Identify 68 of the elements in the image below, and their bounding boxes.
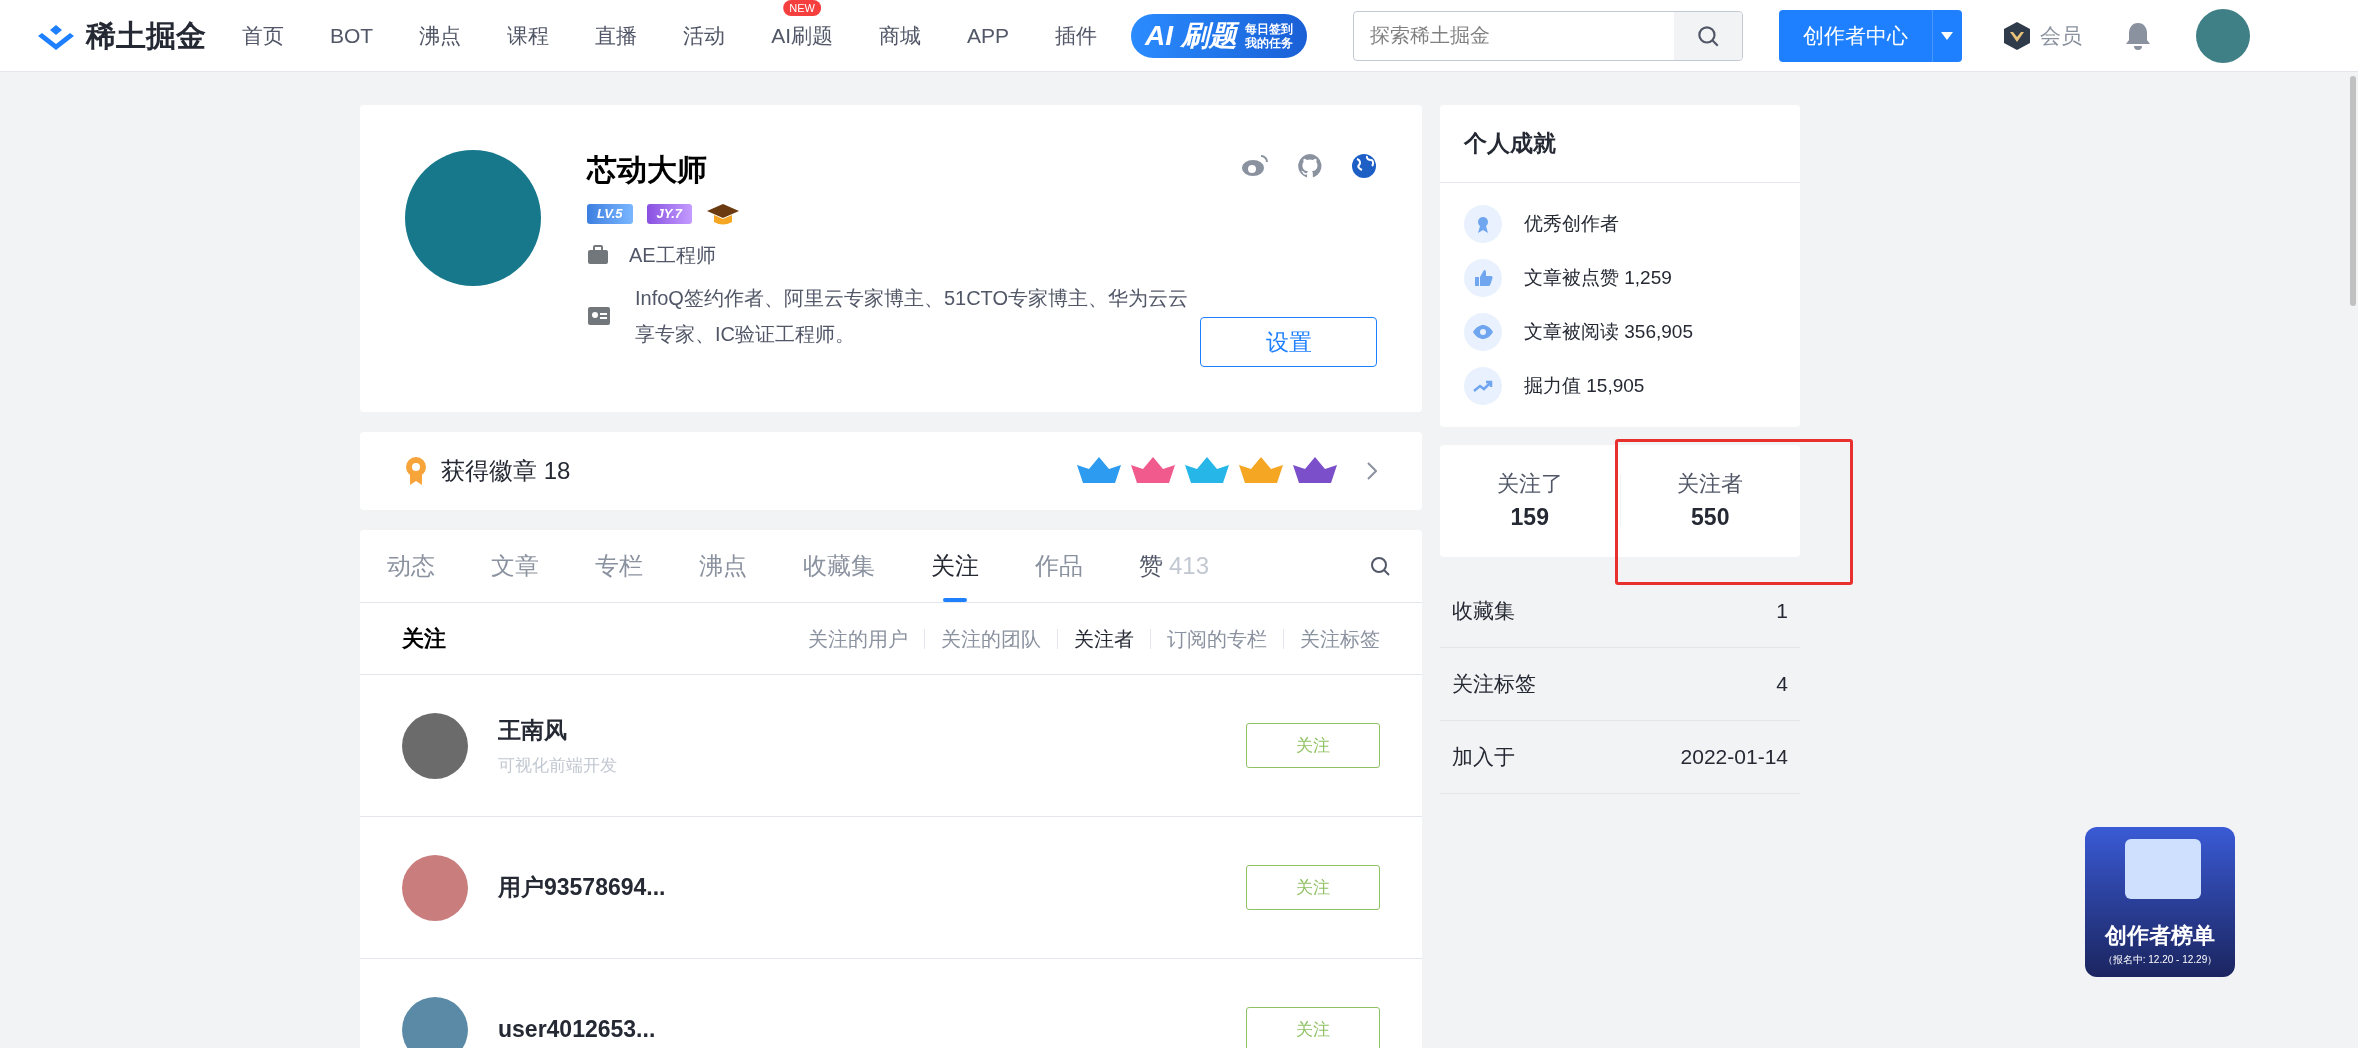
notification-bell-icon[interactable]: [2123, 20, 2152, 51]
user-name: 芯动大师: [587, 152, 708, 188]
view-icon: [1464, 313, 1502, 351]
achievement-text: 文章被阅读 356,905: [1524, 319, 1693, 344]
nav-link[interactable]: 商城: [879, 23, 921, 47]
achievements-title: 个人成就: [1464, 129, 1556, 159]
profile-tab[interactable]: 赞 413: [1139, 530, 1210, 602]
user-name[interactable]: 用户93578694...: [498, 870, 666, 905]
caret-icon: [1941, 31, 1954, 40]
user-bio: InfoQ签约作者、阿里云专家博主、51CTO专家博主、华为云云享专家、IC验证工程师。: [634, 286, 1190, 347]
nav-link[interactable]: BOT: [330, 23, 374, 47]
logo-text[interactable]: 稀土掘金: [86, 13, 206, 58]
achievement-text: 文章被点赞 1,259: [1524, 265, 1672, 290]
medal-icon: [405, 456, 427, 486]
nav-link[interactable]: 直播: [595, 23, 638, 47]
banner-title: 创作者榜单: [2105, 922, 2215, 950]
search-input[interactable]: 探索稀土掘金: [1353, 11, 1674, 60]
stat-label[interactable]: 关注了: [1496, 467, 1563, 501]
settings-button[interactable]: 设置: [1200, 317, 1377, 367]
level-badge: JY.7: [646, 204, 693, 224]
banner-subtitle: （报名中: 12.20 - 12.29）: [2102, 953, 2218, 967]
weibo-icon[interactable]: [1241, 153, 1269, 177]
achievement-text: 掘力值 15,905: [1524, 373, 1645, 398]
stat-value: 1: [1776, 598, 1788, 625]
badges-count: 获得徽章 18: [441, 456, 571, 486]
id-card-icon: [588, 307, 610, 325]
search-icon[interactable]: [1368, 554, 1392, 578]
achievement-text: 优秀创作者: [1524, 211, 1619, 236]
user-name[interactable]: 王南风: [498, 712, 617, 747]
briefcase-icon: [587, 245, 609, 265]
stat-value[interactable]: 550: [1691, 500, 1730, 535]
nav-link[interactable]: 活动: [683, 23, 726, 47]
nav-link[interactable]: 沸点: [419, 23, 462, 47]
stat-value[interactable]: 159: [1510, 500, 1549, 535]
nav-link[interactable]: 课程: [507, 23, 550, 47]
banner-caption: 每日签到: [1244, 21, 1293, 36]
nav-link[interactable]: 插件: [1055, 23, 1098, 47]
award-icon: [1464, 205, 1502, 243]
nav-link[interactable]: APP: [967, 23, 1010, 47]
graduation-cap-icon: [706, 202, 741, 226]
badges-bar[interactable]: 获得徽章 18: [360, 432, 1422, 510]
stat-label: 收藏集: [1452, 598, 1515, 625]
stat-label: 加入于: [1452, 744, 1515, 771]
user-avatar[interactable]: [402, 996, 468, 1048]
new-badge: NEW: [783, 0, 821, 16]
stat-value: 4: [1776, 671, 1788, 698]
like-icon: [1464, 259, 1502, 297]
banner-caption: 我的任务: [1244, 35, 1293, 50]
section-title: 关注: [402, 625, 446, 653]
creator-ranking-banner[interactable]: 创作者榜单 （报名中: 12.20 - 12.29）: [2085, 827, 2235, 977]
stat-label[interactable]: 关注者: [1677, 467, 1744, 501]
filter-link[interactable]: 关注者: [1074, 623, 1134, 654]
nav-link[interactable]: 首页: [242, 23, 284, 47]
level-badge: LV.5: [587, 204, 633, 224]
user-description: 可视化前端开发: [498, 755, 617, 777]
globe-icon[interactable]: [1351, 153, 1377, 179]
chevron-right-icon[interactable]: [1367, 462, 1377, 480]
user-name[interactable]: user4012653...: [498, 1012, 656, 1047]
profile-tab[interactable]: 关注: [931, 530, 979, 602]
nav-link[interactable]: AI刷题: [771, 23, 833, 47]
stat-value: 2022-01-14: [1680, 744, 1788, 771]
member-icon[interactable]: [2001, 20, 2032, 51]
search-field[interactable]: 探索稀土掘金: [1352, 10, 1743, 61]
github-icon[interactable]: [1297, 153, 1323, 179]
search-button[interactable]: [1673, 11, 1742, 60]
stat-label: 关注标签: [1452, 671, 1536, 698]
power-icon: [1464, 367, 1502, 405]
job-title: AE工程师: [629, 243, 716, 268]
